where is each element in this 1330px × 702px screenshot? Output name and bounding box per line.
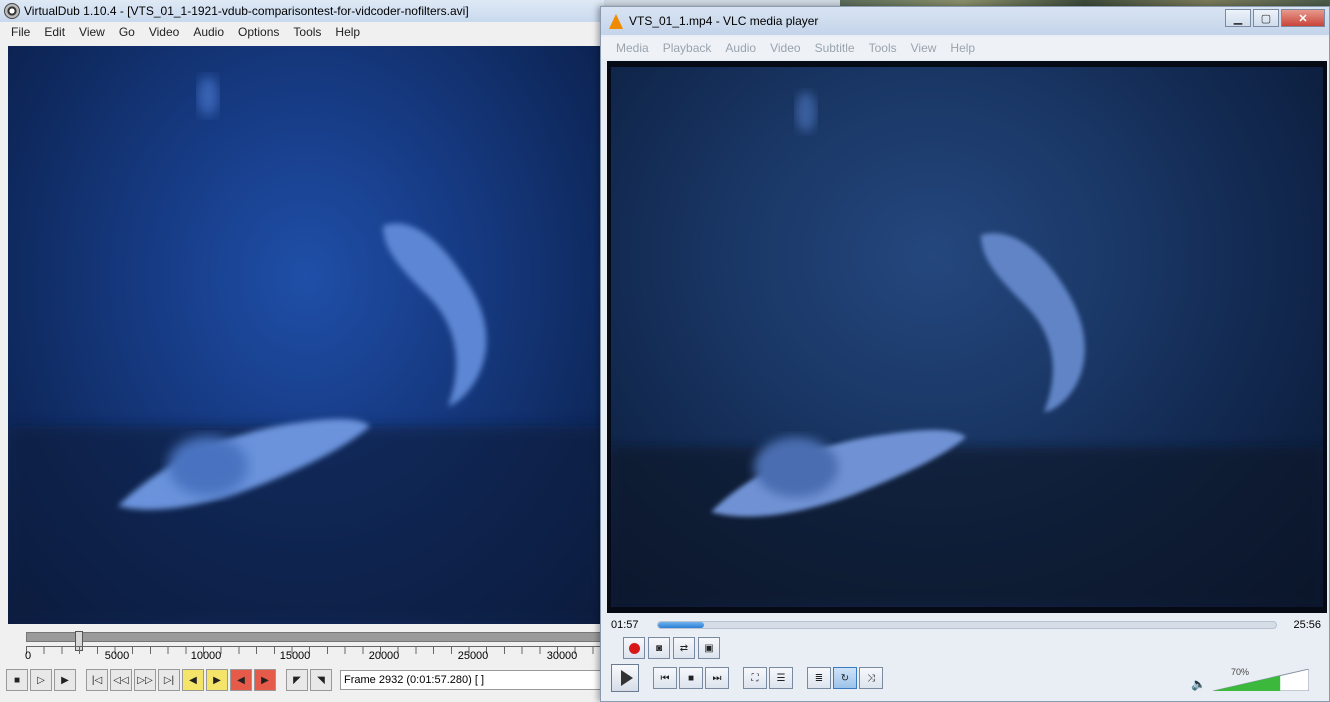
film-frame-icon: ▣ bbox=[704, 642, 714, 654]
close-button[interactable]: ✕ bbox=[1281, 9, 1325, 27]
vlc-cone-icon[interactable] bbox=[609, 13, 623, 29]
shuffle-button[interactable]: ⤨ bbox=[859, 667, 883, 689]
timeline-track[interactable] bbox=[26, 631, 606, 651]
next-button[interactable]: ⏭ bbox=[705, 667, 729, 689]
virtualdub-window: VirtualDub 1.10.4 - [VTS_01_1-1921-vdub-… bbox=[0, 0, 606, 702]
vd-menu-options[interactable]: Options bbox=[231, 25, 286, 39]
prev-keyframe-button[interactable]: ◀ bbox=[182, 669, 204, 691]
volume-slider[interactable] bbox=[1213, 669, 1309, 691]
volume-control[interactable]: 🔈 70% bbox=[1191, 667, 1311, 693]
go-end-button[interactable]: ▷| bbox=[158, 669, 180, 691]
vlc-title: VTS_01_1.mp4 - VLC media player bbox=[629, 14, 819, 28]
stop-button[interactable]: ■ bbox=[6, 669, 28, 691]
vlc-titlebar[interactable]: VTS_01_1.mp4 - VLC media player ▁ ▢ ✕ bbox=[601, 7, 1329, 35]
maximize-button[interactable]: ▢ bbox=[1253, 9, 1279, 27]
vd-menu-help[interactable]: Help bbox=[328, 25, 367, 39]
vlc-menu-tools[interactable]: Tools bbox=[862, 41, 904, 55]
vlc-menu-help[interactable]: Help bbox=[943, 41, 982, 55]
vlc-menu-media[interactable]: Media bbox=[609, 41, 656, 55]
vlc-menu-audio[interactable]: Audio bbox=[718, 41, 763, 55]
tick-label: 25000 bbox=[457, 650, 489, 662]
skip-forward-icon: ⏭ bbox=[712, 672, 722, 684]
underwater-seals-frame bbox=[611, 92, 1323, 607]
play-input-button[interactable]: ▷ bbox=[30, 669, 52, 691]
step-forward-button[interactable]: ▷▷ bbox=[134, 669, 156, 691]
tick-label: 10000 bbox=[190, 650, 222, 662]
tick-label: 20000 bbox=[368, 650, 400, 662]
elapsed-time: 01:57 bbox=[611, 619, 639, 631]
stop-icon: ■ bbox=[687, 672, 695, 684]
vd-menu-audio[interactable]: Audio bbox=[186, 25, 231, 39]
record-button[interactable] bbox=[623, 637, 645, 659]
previous-button[interactable]: ⏮ bbox=[653, 667, 677, 689]
stop-button[interactable]: ■ bbox=[679, 667, 703, 689]
ab-loop-icon: ⇄ bbox=[679, 642, 689, 654]
camera-icon: ◙ bbox=[655, 642, 663, 654]
virtualdub-toolbar: ■ ▷ ▶ |◁ ◁◁ ▷▷ ▷| ◀ ▶ ◀ ▶ ◤ ◥ Frame 2932… bbox=[6, 668, 604, 692]
frame-status: Frame 2932 (0:01:57.280) [ ] bbox=[340, 670, 602, 690]
frame-step-button[interactable]: ▣ bbox=[698, 637, 720, 659]
virtualdub-video-pane[interactable] bbox=[8, 46, 604, 624]
step-back-button[interactable]: ◁◁ bbox=[110, 669, 132, 691]
vlc-video-frame[interactable] bbox=[611, 67, 1323, 607]
mark-in-button[interactable]: ◤ bbox=[286, 669, 308, 691]
vd-menu-tools[interactable]: Tools bbox=[286, 25, 328, 39]
play-output-button[interactable]: ▶ bbox=[54, 669, 76, 691]
vd-menu-edit[interactable]: Edit bbox=[37, 25, 72, 39]
loop-ab-button[interactable]: ⇄ bbox=[673, 637, 695, 659]
underwater-seals-frame bbox=[8, 76, 604, 624]
extended-settings-button[interactable]: ☰ bbox=[769, 667, 793, 689]
mark-out-button[interactable]: ◥ bbox=[310, 669, 332, 691]
virtualdub-menubar: File Edit View Go Video Audio Options To… bbox=[0, 22, 604, 42]
playlist-icon: ≣ bbox=[814, 672, 824, 684]
vlc-video-pane[interactable] bbox=[607, 61, 1327, 613]
seek-slider[interactable] bbox=[657, 621, 1277, 629]
vd-menu-file[interactable]: File bbox=[4, 25, 37, 39]
shuffle-icon: ⤨ bbox=[867, 672, 875, 684]
vlc-window: VTS_01_1.mp4 - VLC media player ▁ ▢ ✕ Me… bbox=[600, 6, 1330, 702]
tick-label: 0 bbox=[24, 650, 32, 662]
virtualdub-app-icon[interactable] bbox=[4, 3, 20, 19]
loop-button[interactable]: ↻ bbox=[833, 667, 857, 689]
snapshot-button[interactable]: ◙ bbox=[648, 637, 670, 659]
vlc-menu-view[interactable]: View bbox=[904, 41, 944, 55]
tick-label: 5000 bbox=[104, 650, 130, 662]
vd-menu-go[interactable]: Go bbox=[112, 25, 142, 39]
vlc-menu-playback[interactable]: Playback bbox=[656, 41, 719, 55]
seek-progress bbox=[658, 622, 705, 628]
vlc-menu-video[interactable]: Video bbox=[763, 41, 807, 55]
fullscreen-icon: ⛶ bbox=[751, 672, 759, 684]
vd-menu-view[interactable]: View bbox=[72, 25, 112, 39]
vd-menu-video[interactable]: Video bbox=[142, 25, 186, 39]
advanced-controls: ◙ ⇄ ▣ bbox=[623, 637, 723, 659]
skip-back-icon: ⏮ bbox=[660, 672, 670, 684]
next-keyframe-button[interactable]: ▶ bbox=[206, 669, 228, 691]
loop-icon: ↻ bbox=[840, 672, 850, 684]
play-button[interactable] bbox=[611, 664, 639, 692]
vlc-seek-row: 01:57 25:56 bbox=[607, 617, 1327, 633]
virtualdub-titlebar[interactable]: VirtualDub 1.10.4 - [VTS_01_1-1921-vdub-… bbox=[0, 0, 604, 22]
total-duration: 25:56 bbox=[1293, 619, 1321, 631]
tick-label: 30000 bbox=[546, 650, 578, 662]
tick-label: 15000 bbox=[279, 650, 311, 662]
record-icon bbox=[628, 642, 640, 654]
equalizer-icon: ☰ bbox=[776, 672, 786, 684]
window-controls: ▁ ▢ ✕ bbox=[1223, 9, 1325, 27]
vlc-menubar: Media Playback Audio Video Subtitle Tool… bbox=[601, 37, 1329, 59]
fullscreen-button[interactable]: ⛶ bbox=[743, 667, 767, 689]
minimize-button[interactable]: ▁ bbox=[1225, 9, 1251, 27]
virtualdub-title: VirtualDub 1.10.4 - [VTS_01_1-1921-vdub-… bbox=[24, 4, 469, 18]
prev-scene-button[interactable]: ◀ bbox=[230, 669, 252, 691]
speaker-icon[interactable]: 🔈 bbox=[1191, 677, 1206, 691]
next-scene-button[interactable]: ▶ bbox=[254, 669, 276, 691]
playlist-button[interactable]: ≣ bbox=[807, 667, 831, 689]
vlc-menu-subtitle[interactable]: Subtitle bbox=[808, 41, 862, 55]
go-start-button[interactable]: |◁ bbox=[86, 669, 108, 691]
virtualdub-timeline[interactable]: 0 5000 10000 15000 20000 25000 30000 bbox=[8, 628, 606, 668]
play-icon bbox=[620, 670, 633, 686]
